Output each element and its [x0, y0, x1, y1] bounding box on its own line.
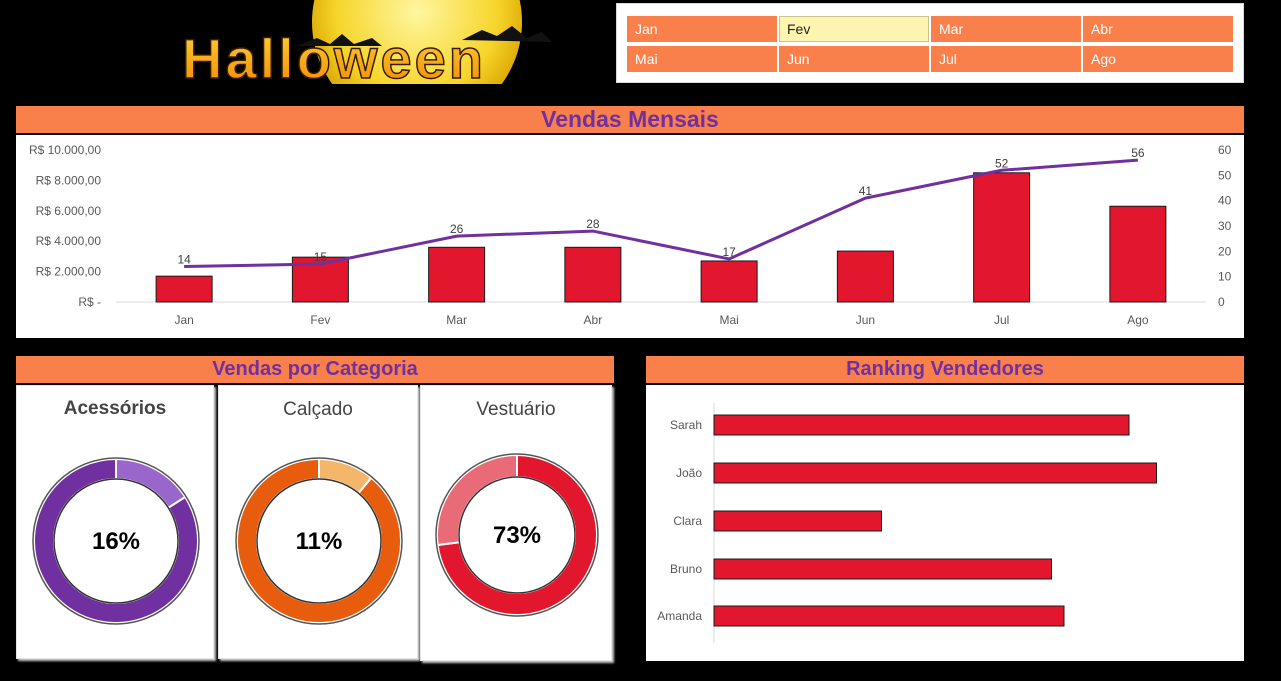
halloween-logo: Halloween [72, 0, 597, 127]
donut-card-calcado: Calçado 11% [218, 385, 418, 659]
y2-tick-label: 10 [1218, 270, 1232, 284]
month-button-mar[interactable]: Mar [931, 16, 1081, 42]
bar-jun[interactable] [836, 250, 894, 303]
ranking-bar-amanda[interactable] [713, 605, 1065, 627]
x-tick-label: Fev [310, 313, 330, 327]
ranking-label: Bruno [670, 562, 702, 576]
donut-chart-vestuario: 73% [435, 453, 599, 617]
ranking-bar-sarah[interactable] [713, 414, 1130, 436]
ranking-title: Ranking Vendedores [646, 356, 1244, 383]
line-data-label: 17 [722, 245, 736, 259]
month-button-jun[interactable]: Jun [779, 46, 929, 72]
month-button-fev[interactable]: Fev [779, 16, 929, 42]
line-data-label: 52 [995, 156, 1009, 170]
monthly-sales-panel: R$ - R$ 2.000,00 R$ 4.000,00 R$ 6.000,00 R$ … [16, 135, 1244, 338]
x-tick-label: Jun [856, 313, 875, 327]
x-tick-label: Mai [719, 313, 738, 327]
donut-center-label-vestuario: 73% [493, 522, 541, 549]
monthly-sales-chart: R$ - R$ 2.000,00 R$ 4.000,00 R$ 6.000,00 R$ … [29, 143, 1232, 327]
y-tick-label: R$ - [78, 295, 101, 309]
ranking-bar-clara[interactable] [713, 510, 882, 532]
bar-jul[interactable] [973, 172, 1031, 303]
ranking-bar-joão[interactable] [713, 462, 1157, 484]
y-tick-label: R$ 10.000,00 [29, 143, 101, 157]
ranking-panel: Sarah João Clara Bruno Amanda [646, 385, 1244, 661]
y2-tick-label: 40 [1218, 194, 1232, 208]
bar-mai[interactable] [700, 260, 758, 303]
logo-artwork: Halloween [181, 0, 552, 127]
y2-tick-label: 30 [1218, 219, 1232, 233]
line-data-label: 56 [1131, 146, 1145, 160]
x-tick-label: Abr [584, 313, 603, 327]
month-button-ago[interactable]: Ago [1083, 46, 1233, 72]
ranking-label: Sarah [670, 418, 702, 432]
ranking-label: Clara [673, 514, 702, 528]
ranking-label: Amanda [657, 609, 702, 623]
y-tick-label: R$ 4.000,00 [36, 234, 102, 248]
month-button-jul[interactable]: Jul [931, 46, 1081, 72]
category-sales-title: Vendas por Categoria [16, 356, 614, 383]
logo-text: Halloween [182, 27, 486, 84]
ranking-bar-bruno[interactable] [713, 558, 1052, 580]
y2-tick-label: 0 [1218, 295, 1225, 309]
line-data-label: 41 [859, 184, 873, 198]
y2-tick-label: 60 [1218, 143, 1232, 157]
month-button-jan[interactable]: Jan [627, 16, 777, 42]
month-button-abr[interactable]: Abr [1083, 16, 1233, 42]
month-button-mai[interactable]: Mai [627, 46, 777, 72]
donut-card-acessorios: Acessórios 16% [16, 385, 214, 659]
month-slicer: Jan Fev Mar Abr Mai Jun Jul Ago [616, 3, 1244, 83]
y-tick-label: R$ 6.000,00 [36, 204, 102, 218]
x-tick-label: Mar [446, 313, 467, 327]
ranking-label: João [676, 466, 702, 480]
x-tick-label: Ago [1127, 313, 1149, 327]
line-data-label: 15 [314, 250, 328, 264]
x-tick-label: Jul [994, 313, 1009, 327]
line-data-label: 14 [177, 253, 191, 267]
y2-tick-label: 20 [1218, 244, 1232, 258]
bar-jan[interactable] [155, 275, 213, 303]
donut-card-vestuario: Vestuário 73% [420, 385, 612, 661]
line-data-label: 26 [450, 222, 464, 236]
bar-abr[interactable] [564, 246, 622, 303]
y-tick-label: R$ 2.000,00 [36, 265, 102, 279]
y2-tick-label: 50 [1218, 168, 1232, 182]
bar-mar[interactable] [428, 246, 486, 303]
donut-chart-calcado: 11% [235, 457, 403, 625]
donut-center-label-acessorios: 16% [92, 528, 140, 555]
bar-ago[interactable] [1109, 205, 1167, 303]
x-tick-label: Jan [174, 313, 193, 327]
donut-chart-acessorios: 16% [32, 457, 200, 625]
ranking-chart: Sarah João Clara Bruno Amanda [657, 403, 1157, 643]
donut-center-label-calcado: 11% [296, 528, 343, 555]
monthly-sales-title: Vendas Mensais [16, 106, 1244, 133]
line-data-label: 28 [586, 217, 600, 231]
y-tick-label: R$ 8.000,00 [36, 173, 102, 187]
